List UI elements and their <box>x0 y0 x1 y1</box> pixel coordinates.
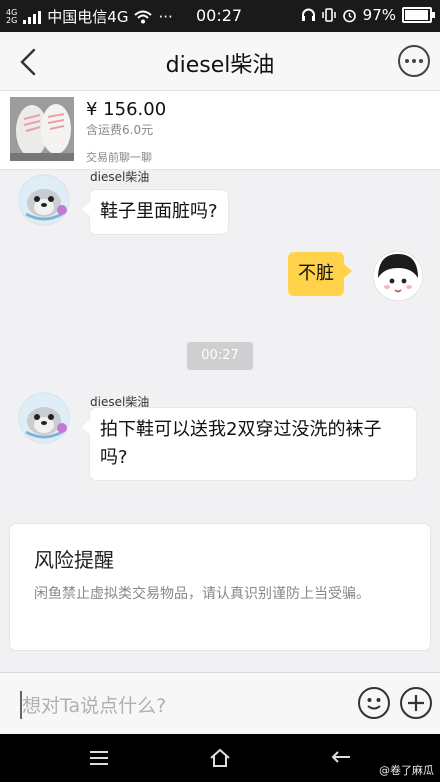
timestamp-chip: 00:27 <box>187 342 253 370</box>
seller-avatar[interactable] <box>18 392 70 444</box>
shoes-image <box>10 97 74 161</box>
risk-notice-body: 闲鱼禁止虚拟类交易物品，请认真识别谨防上当受骗。 <box>34 586 370 602</box>
signal-icon <box>23 10 42 24</box>
page-title: diesel柴油 <box>165 53 275 78</box>
system-nav-bar: @卷了麻瓜 <box>0 734 440 782</box>
sender-name-text: diesel柴油 <box>90 395 150 409</box>
return-icon <box>331 751 350 763</box>
menu-icon <box>90 751 108 765</box>
product-card[interactable]: ¥ 156.00 含运费6.0元 交易前聊一聊 <box>0 91 440 170</box>
message-text: 拍下鞋可以送我2双穿过没洗的袜子吗? <box>100 419 382 468</box>
seal-avatar-icon <box>18 392 70 444</box>
home-button[interactable] <box>208 747 232 773</box>
headphone-icon <box>301 8 315 21</box>
message-composer: 想对Ta说点什么? <box>0 672 440 735</box>
carrier-label: 中国电信4G <box>47 8 129 26</box>
message-bubble[interactable]: 拍下鞋可以送我2双穿过没洗的袜子吗? <box>82 408 416 480</box>
wifi-icon <box>134 10 153 23</box>
network-type-icon: 4G 2G <box>6 8 18 25</box>
risk-notice-title: 风险提醒 <box>34 548 114 572</box>
shipping-fee: 含运费6.0元 <box>86 123 154 137</box>
message-input[interactable]: 想对Ta说点什么? <box>22 691 322 721</box>
girl-avatar-icon <box>372 250 424 302</box>
message-text: 不脏 <box>298 263 334 284</box>
my-avatar[interactable] <box>372 250 424 302</box>
status-bar: 4G 2G 中国电信4G ··· 00:27 97% <box>0 0 440 32</box>
battery-icon <box>402 7 435 23</box>
vibrate-icon <box>321 8 336 22</box>
return-button[interactable] <box>330 748 354 772</box>
more-status-label: ··· <box>158 7 173 26</box>
sender-name-text: diesel柴油 <box>90 170 150 184</box>
add-button[interactable] <box>400 687 432 719</box>
title-bar: diesel柴油 <box>0 32 440 91</box>
add-icon <box>408 695 424 711</box>
watermark: @卷了麻瓜 <box>379 764 434 777</box>
risk-notice-card: 风险提醒 闲鱼禁止虚拟类交易物品，请认真识别谨防上当受骗。 <box>10 524 430 650</box>
product-thumbnail[interactable] <box>10 97 74 161</box>
message-text: 鞋子里面脏吗? <box>100 201 218 222</box>
status-right: 97% <box>301 6 435 24</box>
status-left: 4G 2G 中国电信4G ··· <box>6 6 173 27</box>
seal-avatar-icon <box>18 174 70 226</box>
sender-name: diesel柴油 <box>90 166 149 185</box>
more-icon <box>405 59 409 63</box>
emoji-button[interactable] <box>358 687 390 719</box>
network-bottom-label: 2G <box>6 15 18 25</box>
chat-before-trade-link[interactable]: 交易前聊一聊 <box>86 149 152 165</box>
home-icon <box>210 748 230 767</box>
my-message-bubble[interactable]: 不脏 <box>288 252 352 296</box>
battery-label: 97% <box>362 6 396 24</box>
seller-avatar[interactable] <box>18 174 70 226</box>
alarm-icon <box>342 9 356 22</box>
message-bubble[interactable]: 鞋子里面脏吗? <box>82 190 228 234</box>
product-price: ¥ 156.00 <box>86 99 167 120</box>
menu-button[interactable] <box>88 748 110 772</box>
clock: 00:27 <box>196 6 243 25</box>
emoji-icon <box>367 698 381 710</box>
more-button[interactable] <box>398 45 430 77</box>
